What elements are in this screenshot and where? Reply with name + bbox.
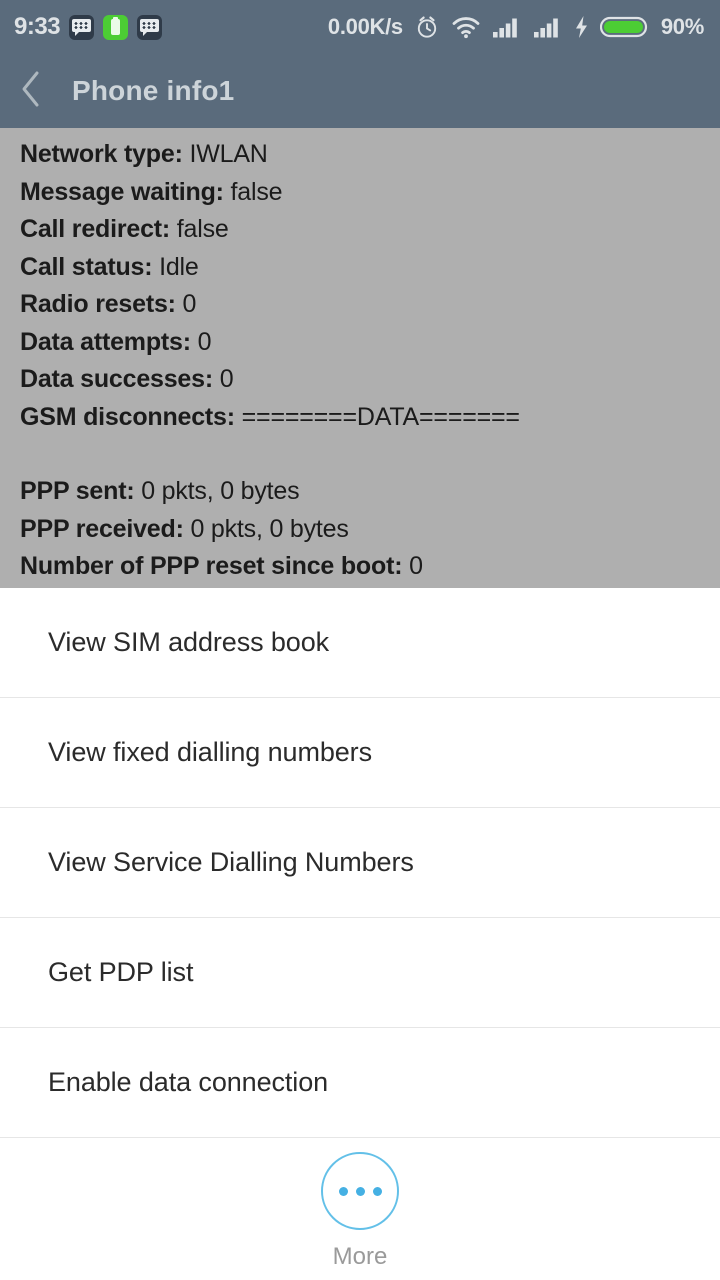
- info-value: 0: [409, 552, 423, 580]
- page-title: Phone info1: [72, 75, 235, 106]
- menu-item-view-sim-address-book[interactable]: View SIM address book: [0, 588, 720, 698]
- signal-bars-icon: [533, 15, 563, 39]
- info-row: Call redirect: false: [20, 211, 700, 249]
- info-value: 0: [197, 327, 212, 356]
- info-key: Data successes:: [20, 365, 213, 393]
- info-row: GSM disconnects: ========DATA=======: [20, 399, 700, 437]
- lightning-bolt-icon: [574, 15, 589, 39]
- menu-item-view-service-dialling-numbers[interactable]: View Service Dialling Numbers: [0, 808, 720, 918]
- info-row: PPP sent: 0 pkts, 0 bytes: [20, 473, 700, 511]
- info-key: Call status:: [20, 252, 153, 281]
- three-dots-icon: [372, 1186, 382, 1196]
- more-section: More: [0, 1138, 720, 1278]
- info-value: Idle: [159, 252, 199, 281]
- info-row: Data successes: 0: [20, 361, 700, 399]
- menu-list: View SIM address book View fixed diallin…: [0, 588, 720, 1138]
- phone-info-content[interactable]: Network type: IWLAN Message waiting: fal…: [0, 128, 720, 588]
- info-row: Data attempts: 0: [20, 324, 700, 362]
- battery-percent-label: 90%: [660, 14, 704, 39]
- status-bar-clock: 9:33: [14, 13, 61, 40]
- info-key: Radio resets:: [20, 290, 176, 318]
- three-dots-icon: [355, 1186, 365, 1196]
- three-dots-icon: [338, 1186, 348, 1196]
- info-row: Network type: IWLAN: [20, 136, 700, 174]
- alarm-clock-icon: [414, 14, 440, 40]
- menu-item-label: Enable data connection: [48, 1067, 329, 1097]
- info-key: Number of PPP reset since boot:: [20, 552, 403, 580]
- info-row: PPP received: 0 pkts, 0 bytes: [20, 511, 700, 549]
- status-bar: 9:33 0.00K/s 90%: [0, 0, 720, 54]
- menu-item-label: View SIM address book: [48, 627, 330, 657]
- more-button[interactable]: [321, 1152, 399, 1230]
- info-value: 0: [182, 290, 197, 318]
- info-key: GSM disconnects:: [20, 402, 235, 431]
- status-bar-right: 0.00K/s 90%: [328, 14, 704, 40]
- info-value: false: [230, 177, 283, 206]
- wifi-icon: [451, 15, 481, 39]
- info-value: ========DATA=======: [241, 402, 520, 431]
- info-row-spacer: [20, 436, 700, 473]
- menu-item-label: Get PDP list: [48, 957, 194, 987]
- info-key: PPP sent:: [20, 477, 135, 505]
- info-value: IWLAN: [189, 140, 268, 168]
- info-value: false: [176, 215, 229, 243]
- menu-item-enable-data-connection[interactable]: Enable data connection: [0, 1028, 720, 1138]
- info-value: 0: [219, 365, 234, 393]
- info-row: Message waiting: false: [20, 174, 700, 212]
- info-key: Data attempts:: [20, 327, 191, 356]
- message-app-icon: [137, 14, 163, 40]
- phone-info-screen: 9:33 0.00K/s 90% Phone info1 Network typ…: [0, 0, 720, 1280]
- menu-item-label: View Service Dialling Numbers: [48, 847, 414, 877]
- chevron-left-icon: [19, 69, 43, 114]
- back-button[interactable]: [0, 54, 62, 128]
- info-key: Call redirect:: [20, 215, 171, 243]
- app-bar: Phone info1: [0, 54, 720, 128]
- signal-bars-icon: [492, 15, 522, 39]
- info-key: Message waiting:: [20, 177, 224, 206]
- network-rate-label: 0.00K/s: [327, 14, 403, 39]
- message-app-icon: [69, 14, 95, 40]
- info-row: Number of PPP reset since boot: 0: [20, 548, 700, 586]
- info-row: Radio resets: 0: [20, 286, 700, 324]
- menu-item-view-fixed-dialling-numbers[interactable]: View fixed dialling numbers: [0, 698, 720, 808]
- info-value: 0 pkts, 0 bytes: [141, 477, 300, 505]
- bottom-sheet-menu: View SIM address book View fixed diallin…: [0, 588, 720, 1280]
- info-key: PPP received:: [20, 514, 184, 543]
- status-bar-left: 9:33: [14, 13, 163, 40]
- more-label: More: [332, 1243, 388, 1270]
- info-value: 0 pkts, 0 bytes: [190, 514, 349, 543]
- battery-icon: [599, 14, 650, 40]
- info-row: Call status: Idle: [20, 249, 700, 287]
- menu-item-get-pdp-list[interactable]: Get PDP list: [0, 918, 720, 1028]
- green-battery-app-icon: [103, 14, 129, 40]
- info-key: Network type:: [20, 140, 183, 168]
- menu-item-label: View fixed dialling numbers: [48, 737, 372, 767]
